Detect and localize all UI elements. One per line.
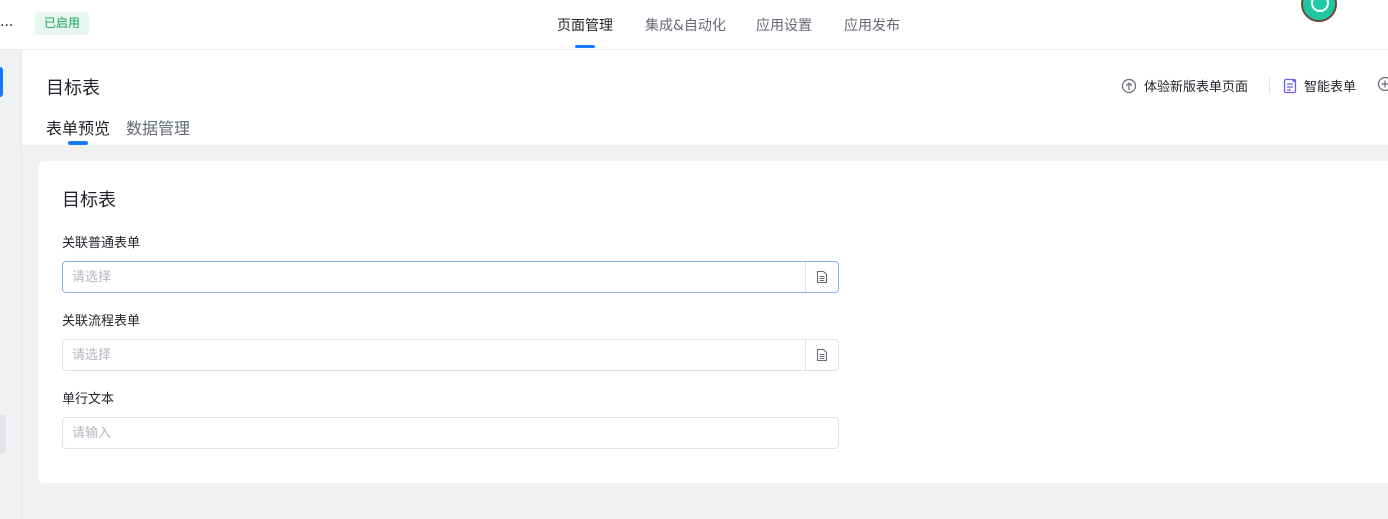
document-icon <box>816 348 828 362</box>
action-divider <box>1269 78 1270 94</box>
sidebar-active-indicator[interactable] <box>0 67 3 97</box>
content-area: 目标表 关联普通表单 关联流程表单 单行文本 <box>22 145 1388 519</box>
linked-process-form-field <box>62 339 839 371</box>
sidebar-collapsed-item[interactable] <box>0 415 6 453</box>
single-line-text-input[interactable] <box>63 418 838 448</box>
single-line-text-field <box>62 417 839 449</box>
smart-form-icon <box>1283 78 1297 93</box>
status-badge: 已启用 <box>35 12 89 35</box>
smart-form-label: 智能表单 <box>1304 80 1357 95</box>
tab-integration-automation[interactable]: 集成&自动化 <box>645 15 726 35</box>
field-label-linked-form: 关联普通表单 <box>62 236 141 251</box>
avatar-logo-icon <box>1311 0 1329 12</box>
top-navigation-bar: ... 已启用 页面管理 集成&自动化 应用设置 应用发布 <box>0 0 1388 50</box>
app-name-truncated[interactable]: ... <box>0 14 13 30</box>
linked-form-field <box>62 261 839 293</box>
avatar[interactable] <box>1301 0 1337 22</box>
form-preview-card: 目标表 关联普通表单 关联流程表单 单行文本 <box>38 161 1388 483</box>
linked-form-input[interactable] <box>63 262 803 292</box>
document-icon <box>816 270 828 284</box>
tab-app-publish[interactable]: 应用发布 <box>844 15 900 35</box>
linked-process-form-picker-button[interactable] <box>805 340 838 370</box>
page-header: 目标表 体验新版表单页面 智能表单 表单预览 数据管理 <box>22 50 1388 145</box>
page-title: 目标表 <box>46 78 100 99</box>
subtab-form-preview[interactable]: 表单预览 <box>46 115 110 139</box>
subtab-data-management[interactable]: 数据管理 <box>126 115 190 139</box>
form-title: 目标表 <box>62 190 116 211</box>
field-label-linked-process-form: 关联流程表单 <box>62 314 141 329</box>
more-actions-button[interactable] <box>1377 76 1388 92</box>
left-sidebar <box>0 50 22 519</box>
active-tab-indicator <box>575 45 595 48</box>
new-form-page-label: 体验新版表单页面 <box>1144 80 1249 95</box>
upgrade-icon <box>1121 78 1137 93</box>
field-label-single-line-text: 单行文本 <box>62 392 115 407</box>
tab-app-settings[interactable]: 应用设置 <box>756 15 812 35</box>
linked-form-picker-button[interactable] <box>805 262 838 292</box>
tab-page-management[interactable]: 页面管理 <box>557 15 613 35</box>
smart-form-button[interactable]: 智能表单 <box>1283 76 1356 95</box>
add-circle-icon <box>1377 76 1388 92</box>
new-form-page-button[interactable]: 体验新版表单页面 <box>1121 76 1248 95</box>
linked-process-form-input[interactable] <box>63 340 803 370</box>
